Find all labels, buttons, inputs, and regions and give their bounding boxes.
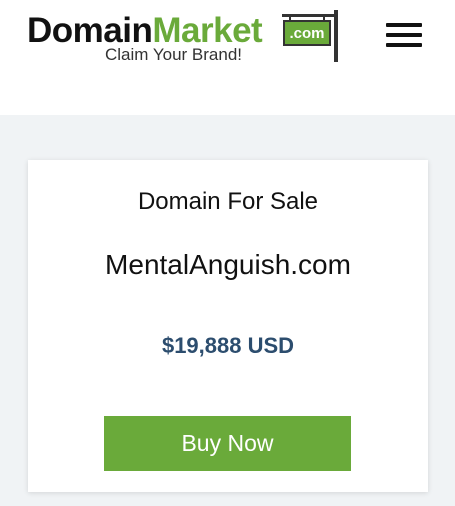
domain-name: MentalAnguish.com	[105, 249, 351, 280]
main-content: Domain For Sale MentalAnguish.com $19,88…	[0, 115, 455, 506]
logo-sign-text: .com	[289, 25, 324, 42]
domain-price: $19,888 USD	[161, 333, 295, 358]
menu-bar-top	[386, 23, 422, 27]
domain-sale-card: Domain For Sale MentalAnguish.com $19,88…	[28, 160, 428, 492]
card-heading: Domain For Sale	[137, 188, 319, 215]
logo-tagline: Claim Your Brand!	[105, 45, 243, 64]
domainmarket-logo[interactable]: DomainMarket .com Claim Your Brand!	[27, 8, 347, 68]
logo-sign-icon: .com	[282, 10, 338, 62]
buy-now-button[interactable]: Buy Now	[104, 416, 351, 471]
hamburger-menu-icon[interactable]	[384, 20, 424, 50]
menu-bar-bottom	[386, 43, 422, 47]
menu-bar-middle	[386, 33, 422, 37]
site-header: DomainMarket .com Claim Your Brand!	[0, 0, 455, 115]
